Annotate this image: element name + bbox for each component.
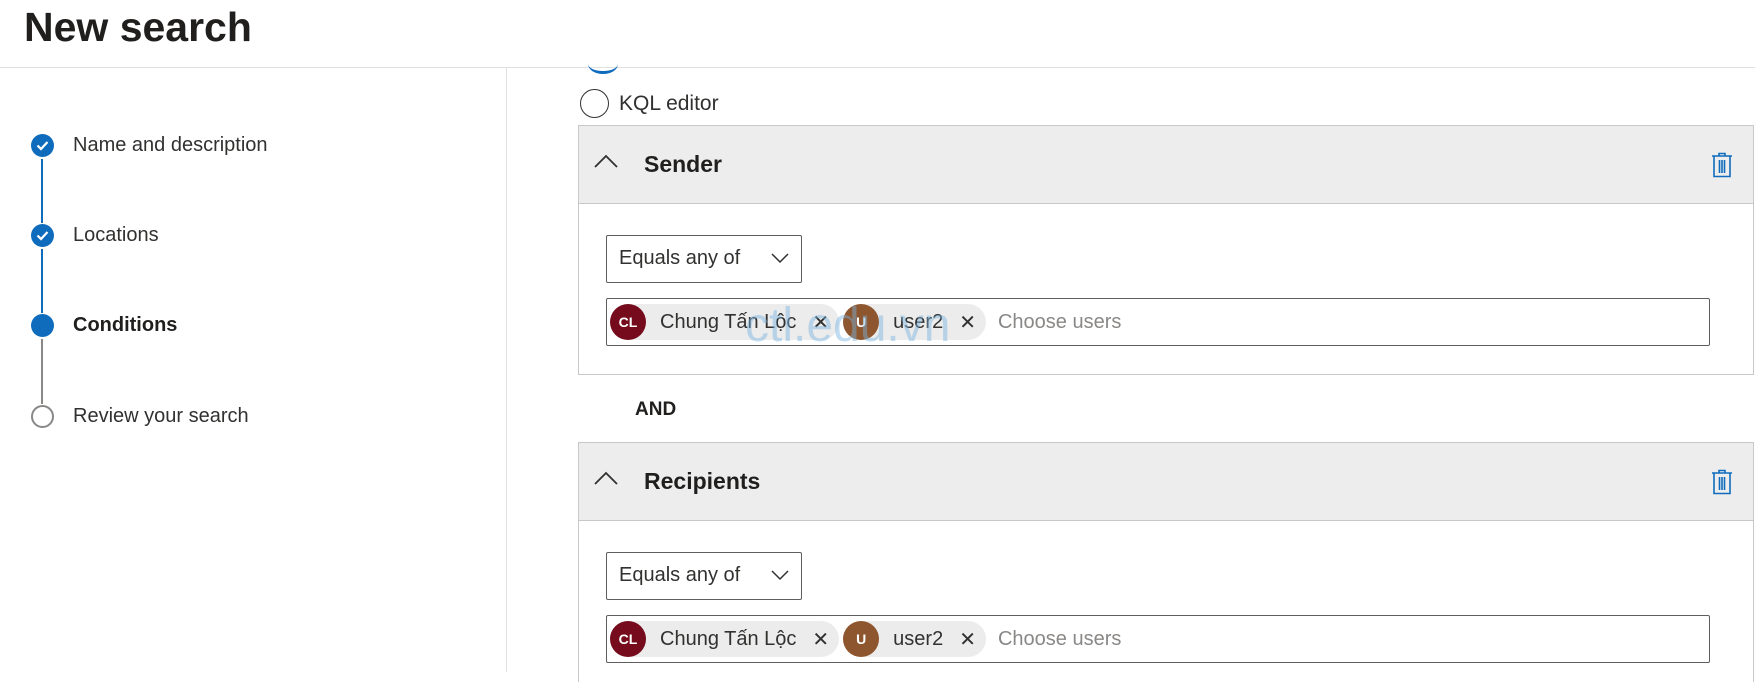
avatar: U: [843, 621, 880, 657]
user-chip: Uuser2 ✕: [843, 621, 986, 657]
step-connector: [41, 249, 43, 313]
conditions-content: KQL editor Sender Equals any of CL Chung …: [508, 68, 1755, 682]
current-step-icon: [31, 313, 54, 337]
choose-users-placeholder[interactable]: Choose users: [998, 628, 1121, 651]
condition-header[interactable]: Sender: [579, 126, 1753, 204]
step-label: Review your search: [73, 404, 249, 427]
user-name: user2: [893, 310, 944, 333]
user-name: Chung Tấn Lộc: [660, 627, 797, 650]
chevron-down-icon: [771, 570, 789, 581]
chevron-up-icon[interactable]: [593, 469, 619, 489]
check-icon: [31, 133, 54, 157]
step-review-your-search[interactable]: Review your search: [31, 404, 249, 428]
page-title: New search: [24, 4, 252, 50]
step-connector: [41, 159, 43, 223]
step-label: Conditions: [73, 313, 178, 336]
operator-value: Equals any of: [619, 564, 741, 586]
check-icon: [31, 223, 54, 247]
avatar: U: [843, 304, 880, 340]
wizard-steps: Name and description Locations Condition…: [0, 68, 507, 672]
remove-icon[interactable]: ✕: [959, 627, 976, 652]
user-picker[interactable]: CL Chung Tấn Lộc ✕ Uuser2 ✕ Choose users: [606, 298, 1710, 346]
operator-dropdown[interactable]: Equals any of: [606, 235, 802, 283]
user-name: user2: [893, 627, 944, 650]
step-name-and-description[interactable]: Name and description: [31, 133, 268, 157]
user-chip: Uuser2 ✕: [843, 304, 986, 340]
operator-dropdown[interactable]: Equals any of: [606, 552, 802, 600]
avatar: CL: [610, 621, 646, 657]
step-label: Name and description: [73, 133, 268, 156]
radio-partial: [588, 54, 618, 74]
condition-header[interactable]: Recipients: [579, 443, 1753, 521]
condition-connector: AND: [635, 399, 677, 420]
remove-icon[interactable]: ✕: [812, 627, 829, 652]
user-chip: CL Chung Tấn Lộc ✕: [610, 304, 840, 340]
trash-icon[interactable]: [1711, 469, 1733, 495]
operator-value: Equals any of: [619, 247, 741, 269]
chevron-down-icon: [771, 253, 789, 264]
condition-card-sender: Sender Equals any of CL Chung Tấn Lộc ✕ Uu…: [578, 125, 1754, 375]
kql-editor-radio[interactable]: [580, 89, 609, 118]
condition-title: Recipients: [644, 468, 761, 494]
page-header: New search: [0, 0, 1755, 68]
step-locations[interactable]: Locations: [31, 223, 159, 247]
pending-step-icon: [31, 404, 54, 428]
trash-icon[interactable]: [1711, 152, 1733, 178]
condition-title: Sender: [644, 151, 722, 177]
condition-card-recipients: Recipients Equals any of CL Chung Tấn Lộc…: [578, 442, 1754, 682]
step-connector: [41, 339, 43, 404]
avatar: CL: [610, 304, 646, 340]
remove-icon[interactable]: ✕: [959, 310, 976, 335]
remove-icon[interactable]: ✕: [812, 310, 829, 335]
user-name: Chung Tấn Lộc: [660, 310, 797, 333]
chevron-up-icon[interactable]: [593, 152, 619, 172]
user-chip: CL Chung Tấn Lộc ✕: [610, 621, 840, 657]
kql-editor-label[interactable]: KQL editor: [619, 92, 719, 116]
step-label: Locations: [73, 223, 159, 246]
step-conditions[interactable]: Conditions: [31, 313, 177, 337]
choose-users-placeholder[interactable]: Choose users: [998, 311, 1121, 334]
user-picker[interactable]: CL Chung Tấn Lộc ✕ Uuser2 ✕ Choose users: [606, 615, 1710, 663]
